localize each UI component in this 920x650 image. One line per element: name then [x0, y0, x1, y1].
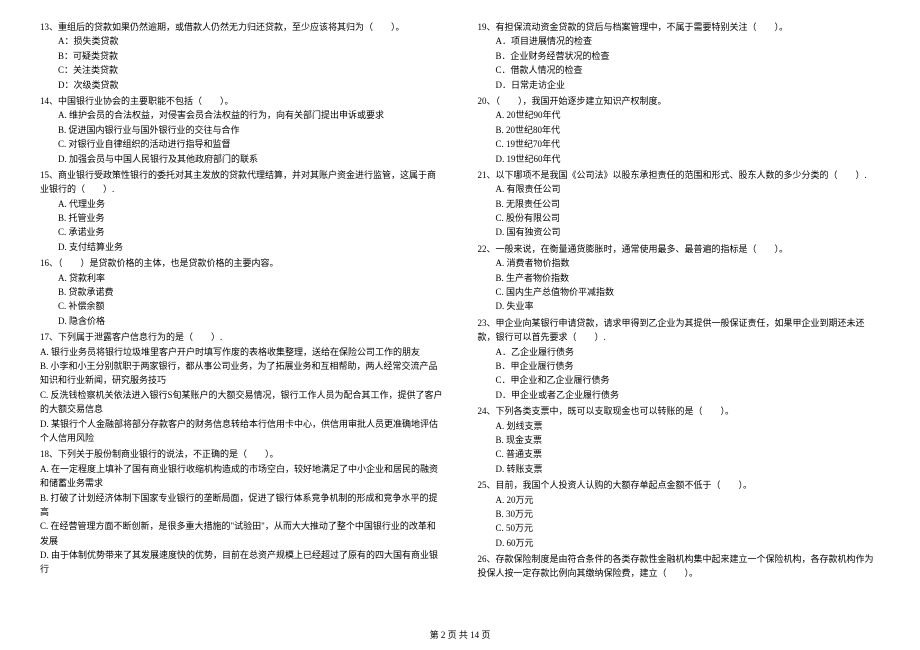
question-14: 14、中国银行业协会的主要职能不包括（ ）。 A. 维护会员的合法权益，对侵害会… — [40, 94, 443, 166]
option-b: B. 托管业务 — [40, 211, 443, 225]
question-text: 15、商业银行受政策性银行的委托对其主发放的贷款代理结算，并对其账户资金进行监管… — [40, 168, 443, 197]
option-a: A. 20万元 — [478, 493, 881, 507]
question-text: 25、目前，我国个人投资人认购的大额存单起点金额不低于（ ）。 — [478, 478, 881, 492]
option-c: C. 在经营管理方面不断创新，是很多重大措施的"试验田"，从而大大推动了整个中国… — [40, 519, 443, 548]
question-16: 16、（ ）是贷款价格的主体，也是贷款价格的主要内容。 A. 贷款利率 B. 贷… — [40, 256, 443, 328]
left-column: 13、重组后的贷款如果仍然逾期，或借款人仍然无力归还贷款，至少应该将其归为（ ）… — [40, 20, 443, 583]
option-a: A. 20世纪90年代 — [478, 108, 881, 122]
option-a: A. 消费者物价指数 — [478, 256, 881, 270]
option-b: B．甲企业履行债务 — [478, 359, 881, 373]
question-22: 22、一般来说，在衡量通货膨胀时，通常使用最多、最普遍的指标是（ ）。 A. 消… — [478, 242, 881, 314]
page-footer: 第 2 页 共 14 页 — [0, 628, 920, 642]
right-column: 19、有担保流动资金贷款的贷后与档案管理中，不属于需要特别关注（ ）。 A．项目… — [478, 20, 881, 583]
option-b: B. 小李和小王分别就职于两家银行，都从事公司业务，为了拓展业务和互相帮助，两人… — [40, 359, 443, 388]
option-b: B：可疑类贷款 — [40, 49, 443, 63]
option-d: D．日常走访企业 — [478, 78, 881, 92]
option-a: A. 银行业务员将银行垃圾堆里客户开户时填写作废的表格收集整理，送给在保险公司工… — [40, 345, 443, 359]
option-d: D. 隐含价格 — [40, 314, 443, 328]
option-d: D. 某银行个人金融部将部分存款客户的财务信息转给本行信用卡中心，供信用审批人员… — [40, 417, 443, 446]
option-b: B. 无限责任公司 — [478, 197, 881, 211]
option-a: A．乙企业履行债务 — [478, 345, 881, 359]
question-26: 26、存款保险制度是由符合条件的各类存款性金融机构集中起来建立一个保险机构，各存… — [478, 552, 881, 581]
option-c: C．甲企业和乙企业履行债务 — [478, 373, 881, 387]
option-b: B. 促进国内银行业与国外银行业的交往与合作 — [40, 123, 443, 137]
question-text: 21、以下哪项不是我国《公司法》以股东承担责任的范围和形式、股东人数的多少分类的… — [478, 168, 881, 182]
content-columns: 13、重组后的贷款如果仍然逾期，或借款人仍然无力归还贷款，至少应该将其归为（ ）… — [40, 20, 880, 583]
option-b: B. 30万元 — [478, 507, 881, 521]
question-text: 22、一般来说，在衡量通货膨胀时，通常使用最多、最普遍的指标是（ ）。 — [478, 242, 881, 256]
question-17: 17、下列属于泄露客户信息行为的是（ ）. A. 银行业务员将银行垃圾堆里客户开… — [40, 330, 443, 445]
option-b: B. 生产者物价指数 — [478, 271, 881, 285]
question-15: 15、商业银行受政策性银行的委托对其主发放的贷款代理结算，并对其账户资金进行监管… — [40, 168, 443, 254]
question-13: 13、重组后的贷款如果仍然逾期，或借款人仍然无力归还贷款，至少应该将其归为（ ）… — [40, 20, 443, 92]
option-a: A：损失类贷款 — [40, 34, 443, 48]
question-text: 20、（ ），我国开始逐步建立知识产权制度。 — [478, 94, 881, 108]
question-text: 14、中国银行业协会的主要职能不包括（ ）。 — [40, 94, 443, 108]
option-d: D. 国有独资公司 — [478, 225, 881, 239]
option-b: B. 打破了计划经济体制下国家专业银行的垄断局面，促进了银行体系竞争机制的形成和… — [40, 491, 443, 520]
option-d: D. 19世纪60年代 — [478, 152, 881, 166]
option-c: C．借款人情况的检查 — [478, 63, 881, 77]
question-text: 17、下列属于泄露客户信息行为的是（ ）. — [40, 330, 443, 344]
option-c: C. 国内生产总值物价平减指数 — [478, 285, 881, 299]
question-text: 16、（ ）是贷款价格的主体，也是贷款价格的主要内容。 — [40, 256, 443, 270]
option-d: D. 60万元 — [478, 536, 881, 550]
question-text: 18、下列关于股份制商业银行的说法，不正确的是（ ）。 — [40, 447, 443, 461]
option-b: B. 现金支票 — [478, 433, 881, 447]
option-c: C. 50万元 — [478, 521, 881, 535]
option-a: A. 代理业务 — [40, 197, 443, 211]
option-d: D. 失业率 — [478, 299, 881, 313]
option-c: C. 股份有限公司 — [478, 211, 881, 225]
option-b: B. 20世纪80年代 — [478, 123, 881, 137]
option-d: D. 支付结算业务 — [40, 240, 443, 254]
option-a: A. 贷款利率 — [40, 271, 443, 285]
question-text: 19、有担保流动资金贷款的贷后与档案管理中，不属于需要特别关注（ ）。 — [478, 20, 881, 34]
option-c: C. 承诺业务 — [40, 225, 443, 239]
question-23: 23、甲企业向某银行申请贷款，请求甲得到乙企业为其提供一般保证责任，如果甲企业到… — [478, 316, 881, 402]
option-d: D. 转账支票 — [478, 462, 881, 476]
option-a: A．项目进展情况的检查 — [478, 34, 881, 48]
question-18: 18、下列关于股份制商业银行的说法，不正确的是（ ）。 A. 在一定程度上填补了… — [40, 447, 443, 577]
question-text: 26、存款保险制度是由符合条件的各类存款性金融机构集中起来建立一个保险机构，各存… — [478, 552, 881, 581]
option-a: A. 在一定程度上填补了国有商业银行收缩机构造成的市场空白，较好地满足了中小企业… — [40, 462, 443, 491]
question-24: 24、下列各类支票中，既可以支取现金也可以转账的是（ ）。 A. 划线支票 B.… — [478, 404, 881, 476]
question-text: 23、甲企业向某银行申请贷款，请求甲得到乙企业为其提供一般保证责任，如果甲企业到… — [478, 316, 881, 345]
question-20: 20、（ ），我国开始逐步建立知识产权制度。 A. 20世纪90年代 B. 20… — [478, 94, 881, 166]
option-a: A. 划线支票 — [478, 419, 881, 433]
option-d: D：次级类贷款 — [40, 78, 443, 92]
option-c: C. 补偿余额 — [40, 299, 443, 313]
option-b: B. 贷款承诺费 — [40, 285, 443, 299]
option-b: B．企业财务经营状况的检查 — [478, 49, 881, 63]
question-text: 24、下列各类支票中，既可以支取现金也可以转账的是（ ）。 — [478, 404, 881, 418]
option-c: C. 对银行业自律组织的活动进行指导和监督 — [40, 137, 443, 151]
option-c: C. 反洗钱检察机关依法进入银行S旬某账户的大额交易情况，银行工作人员为配合其工… — [40, 388, 443, 417]
option-d: D．甲企业或者乙企业履行债务 — [478, 388, 881, 402]
option-c: C：关注类贷款 — [40, 63, 443, 77]
question-21: 21、以下哪项不是我国《公司法》以股东承担责任的范围和形式、股东人数的多少分类的… — [478, 168, 881, 240]
option-a: A. 维护会员的合法权益，对侵害会员合法权益的行为，向有关部门提出申诉或要求 — [40, 108, 443, 122]
question-text: 13、重组后的贷款如果仍然逾期，或借款人仍然无力归还贷款，至少应该将其归为（ ）… — [40, 20, 443, 34]
option-c: C. 19世纪70年代 — [478, 137, 881, 151]
question-25: 25、目前，我国个人投资人认购的大额存单起点金额不低于（ ）。 A. 20万元 … — [478, 478, 881, 550]
option-a: A. 有限责任公司 — [478, 182, 881, 196]
option-d: D. 加强会员与中国人民银行及其他政府部门的联系 — [40, 152, 443, 166]
question-19: 19、有担保流动资金贷款的贷后与档案管理中，不属于需要特别关注（ ）。 A．项目… — [478, 20, 881, 92]
option-c: C. 普通支票 — [478, 447, 881, 461]
option-d: D. 由于体制优势带来了其发展速度快的优势，目前在总资产规模上已经超过了原有的四… — [40, 548, 443, 577]
